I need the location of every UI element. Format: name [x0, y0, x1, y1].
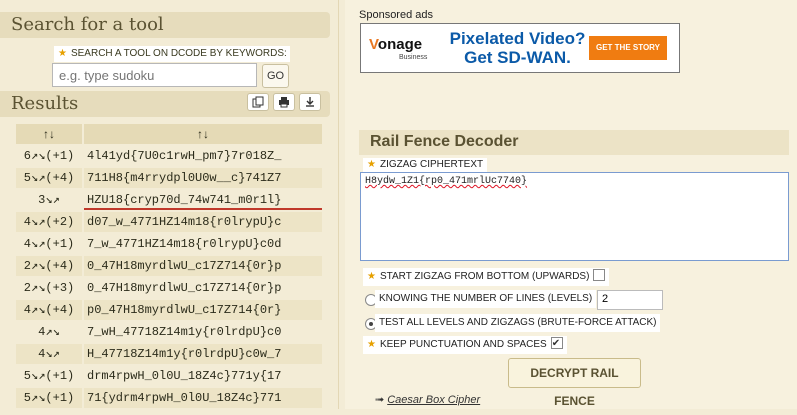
print-icon [279, 97, 289, 108]
decrypt-button[interactable]: DECRYPT RAIL FENCE [508, 358, 641, 408]
keep-punctuation-checkbox[interactable] [550, 335, 563, 353]
row-text: 7_w_4771HZ14m18{r0lrypU}c0d [87, 237, 282, 251]
row-param: 4↗↘(+4) [16, 300, 82, 320]
row-param: 3↘↗ [38, 193, 60, 207]
bruteforce-option[interactable]: TEST ALL LEVELS AND ZIGZAGS (BRUTE-FORCE… [375, 314, 661, 332]
ad-brand-sub: Business [399, 54, 428, 61]
star-icon: ★ [367, 159, 376, 170]
keep-punctuation-option[interactable]: ★ KEEP PUNCTUATION AND SPACES [363, 335, 567, 354]
row-text: d07_w_4771HZ14m18{r0lrypU}c [84, 212, 322, 232]
start-from-bottom-checkbox[interactable] [593, 269, 606, 282]
sponsored-label: Sponsored ads [359, 9, 433, 21]
keep-punctuation-label: KEEP PUNCTUATION AND SPACES [379, 339, 547, 350]
download-icon [306, 97, 314, 107]
sort-result-column[interactable]: ↑↓ [84, 124, 322, 144]
table-row[interactable]: 4↘↗ H_47718Z14m1y{r0lrdpU}c0w_7 [16, 344, 322, 364]
row-param: 2↗↘(+4) [16, 256, 82, 276]
results-title: Results [11, 93, 79, 114]
row-text: 0_47H18myrdlwU_c17Z714{0r}p [87, 281, 282, 295]
star-icon: ★ [367, 339, 376, 350]
search-label: ★ SEARCH A TOOL ON DCODE BY KEYWORDS: [54, 46, 290, 62]
table-row[interactable]: 4↗↘(+4) p0_47H18myrdlwU_c17Z714{0r} [16, 300, 322, 320]
ciphertext-label: ★ ZIGZAG CIPHERTEXT [363, 158, 488, 172]
star-icon: ★ [367, 271, 376, 282]
row-param: 4↗↘ [38, 325, 60, 339]
table-row[interactable]: 5↗↘(+1) 71{ydrm4rpwH_0l0U_18Z4c}771 [16, 388, 322, 408]
go-button[interactable]: GO [262, 64, 289, 88]
known-lines-label: KNOWING THE NUMBER OF LINES (LEVELS) [379, 293, 593, 304]
tool-header: Rail Fence Decoder [359, 130, 789, 155]
ciphertext-value: H8ydw_1Z1{rp0_471mrlUc7740} [365, 176, 528, 187]
ad-headline-line2: Get SD-WAN. [464, 48, 571, 67]
search-panel-title: Search for a tool [11, 14, 164, 35]
table-row[interactable]: 4↘↗(+2) d07_w_4771HZ14m18{r0lrypU}c [16, 212, 322, 232]
copy-results-button[interactable] [247, 93, 269, 111]
table-row[interactable]: 6↗↘(+1) 4l41yd{7U0c1rwH_pm7}7r018Z_ [16, 146, 322, 166]
bruteforce-label: TEST ALL LEVELS AND ZIGZAGS (BRUTE-FORCE… [379, 317, 657, 328]
sort-param-column[interactable]: ↑↓ [16, 124, 82, 144]
table-row[interactable]: 2↗↘(+4) 0_47H18myrdlwU_c17Z714{0r}p [16, 256, 322, 276]
print-results-button[interactable] [273, 93, 295, 111]
row-param: 2↗↘(+3) [23, 281, 75, 295]
search-input[interactable] [52, 63, 257, 87]
row-param: 4↘↗(+2) [16, 212, 82, 232]
star-icon: ★ [58, 48, 67, 59]
row-param: 5↗↘(+1) [16, 388, 82, 408]
row-text: H_47718Z14m1y{r0lrdpU}c0w_7 [84, 344, 322, 364]
ad-brand-logo: Vonage [369, 36, 422, 53]
right-panel: Sponsored ads Vonage Business Pixelated … [345, 0, 797, 409]
row-text: 7_wH_47718Z14m1y{r0lrdpU}c0 [87, 325, 282, 339]
panel-divider [338, 0, 339, 409]
row-param: 5↘↗(+4) [16, 168, 82, 188]
table-row[interactable]: 5↘↗(+1) drm4rpwH_0l0U_18Z4c}771y{17 [16, 366, 322, 386]
arrow-icon: ➟ [375, 394, 385, 406]
known-lines-option[interactable]: KNOWING THE NUMBER OF LINES (LEVELS) [375, 290, 597, 308]
related-tool-link-text[interactable]: Caesar Box Cipher [387, 394, 480, 406]
left-panel: Search for a tool ★ SEARCH A TOOL ON DCOD… [0, 0, 336, 409]
ad-headline: Pixelated Video? Get SD-WAN. [445, 29, 590, 67]
row-text: drm4rpwH_0l0U_18Z4c}771y{17 [87, 369, 282, 383]
row-text: 4l41yd{7U0c1rwH_pm7}7r018Z_ [87, 149, 282, 163]
table-row-highlighted[interactable]: 3↘↗ HZU18{cryp70d_74w741_m0r1l} [16, 190, 322, 210]
row-text: 0_47H18myrdlwU_c17Z714{0r}p [84, 256, 322, 276]
row-text: 711H8{m4rrydpl0U0w__c}741Z7 [84, 168, 322, 188]
row-param: 4↘↗ [16, 344, 82, 364]
ad-headline-line1: Pixelated Video? [449, 29, 586, 48]
ad-banner[interactable]: Vonage Business Pixelated Video? Get SD-W… [360, 23, 680, 73]
table-row[interactable]: 5↘↗(+4) 711H8{m4rrydpl0U0w__c}741Z7 [16, 168, 322, 188]
ad-brand-text: onage [377, 36, 423, 53]
table-row[interactable]: 2↗↘(+3) 0_47H18myrdlwU_c17Z714{0r}p [16, 278, 322, 298]
levels-input[interactable]: 2 [597, 290, 663, 310]
ciphertext-label-text: ZIGZAG CIPHERTEXT [379, 159, 484, 170]
row-text: 71{ydrm4rpwH_0l0U_18Z4c}771 [84, 388, 322, 408]
copy-icon [252, 96, 264, 108]
ad-brand-v: V [369, 36, 378, 53]
tool-title: Rail Fence Decoder [370, 133, 519, 150]
table-row[interactable]: 4↗↘ 7_wH_47718Z14m1y{r0lrdpU}c0 [16, 322, 322, 342]
row-param: 4↘↗(+1) [23, 237, 75, 251]
start-from-bottom-label: START ZIGZAG FROM BOTTOM (UPWARDS) [379, 271, 590, 282]
row-text: HZU18{cryp70d_74w741_m0r1l} [84, 190, 322, 210]
ciphertext-textarea[interactable]: H8ydw_1Z1{rp0_471mrlUc7740} [360, 172, 789, 261]
table-row[interactable]: 4↘↗(+1) 7_w_4771HZ14m18{r0lrypU}c0d [16, 234, 322, 254]
download-results-button[interactable] [299, 93, 321, 111]
related-tool-link[interactable]: ➟ Caesar Box Cipher [375, 393, 480, 406]
start-from-bottom-option[interactable]: ★ START ZIGZAG FROM BOTTOM (UPWARDS) [363, 268, 610, 286]
results-table-header: ↑↓ ↑↓ [16, 124, 322, 144]
row-text: p0_47H18myrdlwU_c17Z714{0r} [84, 300, 322, 320]
search-panel-header: Search for a tool [0, 12, 330, 38]
ad-cta-button[interactable]: GET THE STORY [589, 36, 667, 60]
search-label-text: SEARCH A TOOL ON DCODE BY KEYWORDS: [70, 48, 287, 59]
row-param: 6↗↘(+1) [23, 149, 75, 163]
row-param: 5↘↗(+1) [23, 369, 75, 383]
